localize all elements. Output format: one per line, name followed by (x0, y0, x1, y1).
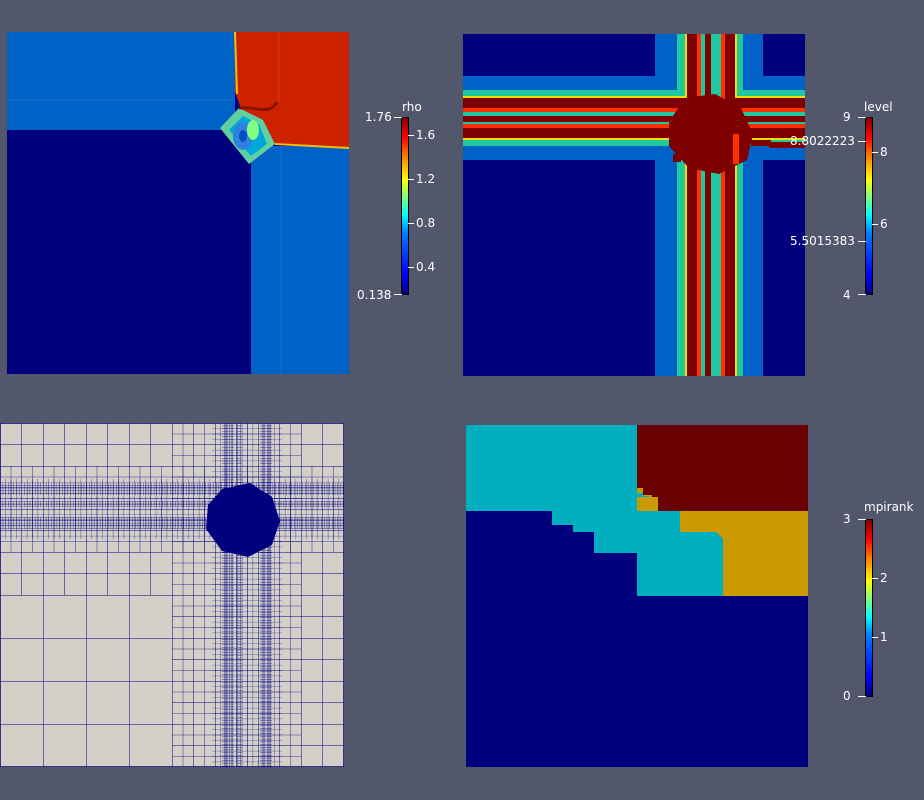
amr-mesh-image (0, 423, 344, 767)
rho-colorbar: rho 1.76 1.6 1.2 0.8 0.4 0.138 (356, 100, 436, 302)
rho-render-view[interactable] (7, 32, 349, 374)
mpirank-render-view[interactable] (466, 425, 808, 767)
rho-colorbar-tick-1: 1.6 (416, 128, 436, 142)
level-field-image (463, 34, 805, 376)
level-colorbar-tick-6: 6 (880, 217, 888, 231)
mpirank-colorbar-max-label: 3 (843, 512, 851, 526)
level-colorbar-min-label: 4 (843, 288, 851, 302)
mpirank-colorbar: mpirank 3 2 1 0 (830, 500, 922, 703)
level-colorbar-range-min-label: 5.5015383 (790, 234, 855, 248)
level-colorbar-title: level (864, 100, 893, 114)
level-render-view[interactable] (463, 34, 805, 376)
rho-colorbar-title: rho (402, 100, 422, 114)
rho-colorbar-tick-2: 1.2 (416, 172, 436, 186)
mpirank-colorbar-min-label: 0 (843, 689, 851, 703)
rho-colorbar-max-label: 1.76 (365, 110, 392, 124)
rho-colorbar-tick-4: 0.4 (416, 260, 436, 274)
rho-colorbar-tick-3: 0.8 (416, 216, 436, 230)
rho-colorbar-gradient (401, 117, 409, 295)
mesh-render-view[interactable] (0, 423, 344, 767)
mpirank-field-image (466, 425, 808, 767)
level-colorbar: level 9 8.8022223 8 6 5.5015383 4 (786, 100, 922, 302)
mpirank-colorbar-gradient (865, 519, 873, 697)
level-colorbar-tick-8: 8 (880, 145, 888, 159)
mpirank-colorbar-tick-2: 2 (880, 571, 888, 585)
level-colorbar-gradient (865, 117, 873, 295)
mpirank-colorbar-tick-1: 1 (880, 630, 888, 644)
rho-field-image (7, 32, 349, 374)
level-colorbar-max-label: 9 (843, 110, 851, 124)
mpirank-colorbar-title: mpirank (864, 500, 914, 514)
level-colorbar-range-max-label: 8.8022223 (790, 134, 855, 148)
rho-colorbar-min-label: 0.138 (357, 288, 392, 302)
